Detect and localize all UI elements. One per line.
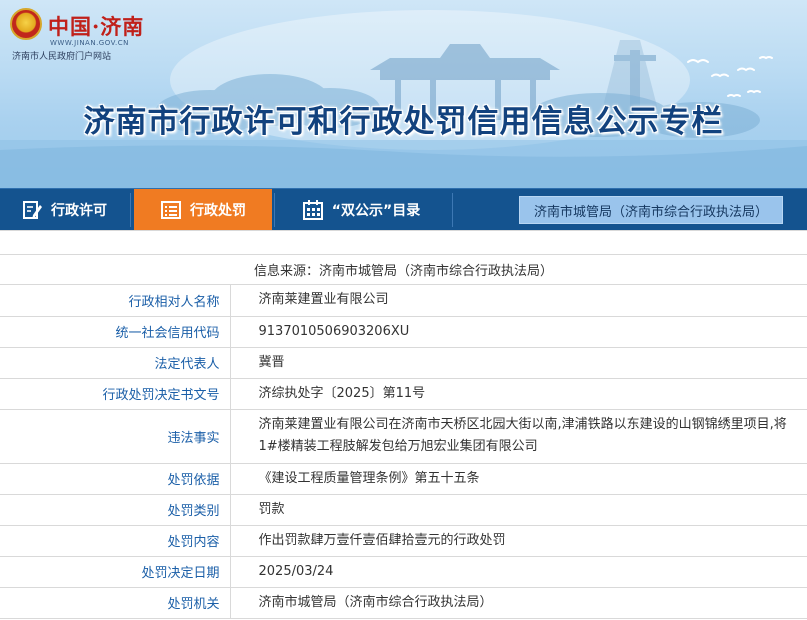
table-row: 处罚内容 作出罚款肆万壹仟壹佰肆拾壹元的行政处罚 [0,525,807,557]
field-label: 处罚机关 [0,587,231,619]
main-nav: 行政许可 行政处罚 “双公示”目录 济南市城管局（济南市综合行政执法局） [0,188,807,231]
field-label: 统一社会信用代码 [0,316,231,348]
field-label: 处罚内容 [0,525,231,557]
table-row: 法定代表人 冀晋 [0,347,807,379]
penalty-detail-table: 行政相对人名称 济南莱建置业有限公司 统一社会信用代码 913701050690… [0,285,807,619]
table-row: 行政相对人名称 济南莱建置业有限公司 [0,285,807,317]
table-row: 统一社会信用代码 9137010506903206XU [0,316,807,348]
nav-divider [452,193,453,227]
field-value: 济南市城管局（济南市综合行政执法局） [230,587,807,619]
field-value: 冀晋 [230,347,807,379]
department-tab[interactable]: 济南市城管局（济南市综合行政执法局） [519,196,783,224]
logo-url: WWW.JINAN.GOV.CN [50,39,129,47]
tab-double-publicity-catalog[interactable]: “双公示”目录 [276,189,446,231]
list-icon [161,201,181,219]
field-label: 处罚类别 [0,494,231,526]
field-label: 处罚决定日期 [0,556,231,588]
field-value: 2025/03/24 [230,556,807,588]
penalty-record-panel: 信息来源：济南市城管局（济南市综合行政执法局） 行政相对人名称 济南莱建置业有限… [0,230,807,620]
field-value: 罚款 [230,494,807,526]
field-value: 9137010506903206XU [230,316,807,348]
logo-subtitle: 济南市人民政府门户网站 [12,52,112,62]
field-value: 作出罚款肆万壹仟壹佰肆拾壹元的行政处罚 [230,525,807,557]
table-row: 处罚机关 济南市城管局（济南市综合行政执法局） [0,587,807,619]
banner-title: 济南市行政许可和行政处罚信用信息公示专栏 [83,104,724,140]
tab-label: 行政许可 [51,203,107,219]
national-emblem-icon [10,8,42,40]
field-label: 行政相对人名称 [0,285,231,317]
table-row: 违法事实 济南莱建置业有限公司在济南市天桥区北园大街以南,津浦铁路以东建设的山钢… [0,409,807,464]
logo-text: 中国·济南 [48,14,145,39]
field-value: 《建设工程质量管理条例》第五十五条 [230,463,807,495]
nav-divider [274,193,275,227]
field-label: 处罚依据 [0,463,231,495]
header-banner: 中国·济南 WWW.JINAN.GOV.CN 济南市人民政府门户网站 济南市行政… [0,0,807,188]
field-value: 济南莱建置业有限公司在济南市天桥区北园大街以南,津浦铁路以东建设的山钢锦绣里项目… [230,409,807,464]
tab-administrative-permit[interactable]: 行政许可 [0,189,128,231]
table-row: 处罚依据 《建设工程质量管理条例》第五十五条 [0,463,807,495]
calendar-grid-icon [302,200,323,220]
field-label: 行政处罚决定书文号 [0,378,231,410]
field-value: 济南莱建置业有限公司 [230,285,807,317]
field-value: 济综执处字〔2025〕第11号 [230,378,807,410]
table-row: 处罚决定日期 2025/03/24 [0,556,807,588]
table-row: 处罚类别 罚款 [0,494,807,526]
tab-administrative-penalty[interactable]: 行政处罚 [134,189,272,231]
nav-divider [130,193,131,227]
table-row: 行政处罚决定书文号 济综执处字〔2025〕第11号 [0,378,807,410]
field-label: 违法事实 [0,409,231,464]
site-logo[interactable]: 中国·济南 WWW.JINAN.GOV.CN 济南市人民政府门户网站 [10,8,150,62]
info-source: 信息来源：济南市城管局（济南市综合行政执法局） [0,254,807,285]
tab-label: “双公示”目录 [331,203,421,219]
tab-label: 行政处罚 [190,203,246,219]
edit-document-icon [23,201,42,219]
field-label: 法定代表人 [0,347,231,379]
